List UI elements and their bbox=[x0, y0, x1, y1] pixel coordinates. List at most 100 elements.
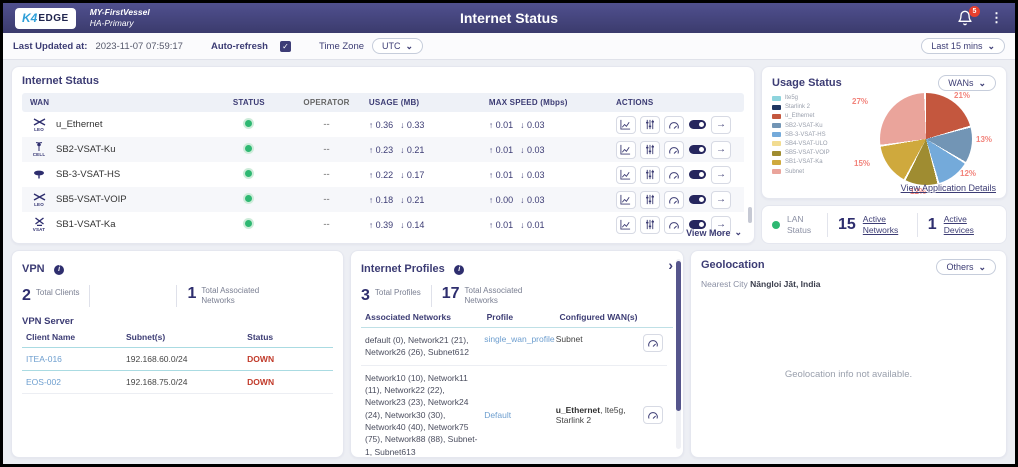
usage-cell: ↑ 0.36↓ 0.33 bbox=[369, 120, 489, 130]
vpn-clients-count: 2 bbox=[22, 288, 31, 304]
operator-value: -- bbox=[284, 194, 369, 205]
notifications-button[interactable]: 5 bbox=[957, 10, 974, 27]
speed-test-button[interactable] bbox=[664, 191, 684, 209]
legend-item: SB4-VSAT-ULO bbox=[772, 141, 830, 147]
upload-arrow-icon: ↑ bbox=[489, 170, 493, 180]
vpn-client-row: ITEA-016 192.168.60.0/24 DOWN bbox=[22, 347, 333, 371]
vpn-client-link[interactable]: EOS-002 bbox=[26, 377, 126, 387]
brand-logo[interactable]: K4 EDGE bbox=[15, 8, 76, 29]
chart-icon bbox=[620, 144, 631, 155]
operator-value: -- bbox=[284, 144, 369, 155]
usage-legend: lte5gStarlink 2u_EthernetSB2-VSAT-KuSB-3… bbox=[772, 95, 830, 175]
profile-speed-button[interactable] bbox=[643, 334, 663, 352]
auto-refresh-checkbox[interactable]: ✓ bbox=[280, 41, 291, 52]
usage-chart-button[interactable] bbox=[616, 166, 636, 184]
view-more-link[interactable]: View More ⌄ bbox=[686, 227, 742, 238]
vpn-subnet: 192.168.75.0/24 bbox=[126, 377, 247, 387]
speed-test-button[interactable] bbox=[664, 166, 684, 184]
wan-details-button[interactable]: → bbox=[711, 116, 731, 134]
speed-test-button[interactable] bbox=[664, 116, 684, 134]
upload-arrow-icon: ↑ bbox=[369, 220, 373, 230]
vpn-server-title: VPN Server bbox=[22, 316, 333, 327]
view-application-details-link[interactable]: View Application Details bbox=[901, 183, 996, 193]
legend-item: lte5g bbox=[772, 95, 830, 101]
vpn-assoc-label: Total Associated Networks bbox=[201, 286, 271, 306]
page-title: Internet Status bbox=[3, 10, 1015, 26]
wan-details-button[interactable]: → bbox=[711, 166, 731, 184]
profile-link[interactable]: Default bbox=[484, 410, 556, 420]
operator-value: -- bbox=[284, 119, 369, 130]
wan-enable-toggle[interactable] bbox=[689, 145, 706, 154]
usage-chart-button[interactable] bbox=[616, 141, 636, 159]
cellular-antenna-icon: CELL bbox=[30, 142, 48, 157]
arrow-right-icon: → bbox=[716, 194, 726, 205]
configure-button[interactable] bbox=[640, 191, 660, 209]
usage-chart-button[interactable] bbox=[616, 191, 636, 209]
nearest-city-value: Nāngloi Jāt, India bbox=[750, 279, 820, 289]
chevron-down-icon: ⌄ bbox=[987, 44, 995, 48]
leo-satellite-icon: LEO bbox=[30, 193, 48, 207]
vpn-panel: VPN i 2 Total Clients 1 Total Associated… bbox=[11, 250, 344, 458]
gauge-icon bbox=[668, 170, 680, 180]
pie-label: 27% bbox=[852, 97, 868, 106]
info-icon[interactable]: i bbox=[54, 265, 64, 275]
overflow-menu-button[interactable]: ⋮ bbox=[990, 10, 1003, 26]
configure-button[interactable] bbox=[640, 166, 660, 184]
vpn-client-link[interactable]: ITEA-016 bbox=[26, 354, 126, 364]
table-scrollbar[interactable] bbox=[748, 207, 752, 223]
configure-button[interactable] bbox=[640, 116, 660, 134]
internet-profiles-title: Internet Profiles bbox=[361, 263, 445, 275]
vsat-dish-icon bbox=[30, 170, 48, 180]
time-range-select[interactable]: Last 15 mins ⌄ bbox=[921, 38, 1005, 54]
operator-value: -- bbox=[284, 169, 369, 180]
geolocation-filter-select[interactable]: Others ⌄ bbox=[936, 259, 996, 275]
wan-details-button[interactable]: → bbox=[711, 141, 731, 159]
vsat-crossed-icon: VSAT bbox=[30, 217, 48, 232]
wan-enable-toggle[interactable] bbox=[689, 120, 706, 129]
scrollbar-thumb[interactable] bbox=[676, 261, 681, 411]
leo-satellite-icon: LEO bbox=[30, 118, 48, 132]
profile-speed-button[interactable] bbox=[643, 406, 663, 424]
active-networks-link[interactable]: Active Networks bbox=[863, 214, 907, 235]
active-networks-count: 15 bbox=[838, 216, 856, 234]
col-usage: USAGE (MB) bbox=[369, 98, 489, 107]
arrow-right-icon: → bbox=[716, 119, 726, 130]
profile-row: Network10 (10), Network11 (11), Network2… bbox=[361, 366, 667, 456]
usage-filter-select[interactable]: WANs ⌄ bbox=[938, 75, 996, 91]
gauge-icon bbox=[668, 220, 680, 230]
wan-name: u_Ethernet bbox=[56, 119, 102, 130]
sliders-icon bbox=[645, 219, 655, 230]
wan-details-button[interactable]: → bbox=[711, 191, 731, 209]
profiles-assoc-count: 17 bbox=[442, 286, 460, 302]
vpn-title: VPN bbox=[22, 263, 45, 275]
download-arrow-icon: ↓ bbox=[520, 145, 524, 155]
download-arrow-icon: ↓ bbox=[520, 195, 524, 205]
profile-link[interactable]: single_wan_profile bbox=[484, 334, 556, 344]
active-devices-link[interactable]: Active Devices bbox=[944, 214, 988, 235]
col-operator: OPERATOR bbox=[284, 98, 369, 107]
wan-enable-toggle[interactable] bbox=[689, 170, 706, 179]
gauge-icon bbox=[668, 195, 680, 205]
usage-cell: ↑ 0.18↓ 0.21 bbox=[369, 195, 489, 205]
wan-enable-toggle[interactable] bbox=[689, 195, 706, 204]
download-arrow-icon: ↓ bbox=[400, 220, 404, 230]
usage-chart-button[interactable] bbox=[616, 216, 636, 234]
gauge-icon bbox=[668, 120, 680, 130]
configure-button[interactable] bbox=[640, 216, 660, 234]
associated-networks: Network10 (10), Network11 (11), Network2… bbox=[365, 372, 484, 456]
info-icon[interactable]: i bbox=[454, 265, 464, 275]
col-wan: WAN bbox=[30, 98, 214, 107]
arrow-right-icon: → bbox=[716, 169, 726, 180]
gauge-icon bbox=[647, 410, 659, 420]
time-zone-value: UTC bbox=[382, 41, 401, 51]
usage-chart-button[interactable] bbox=[616, 116, 636, 134]
download-arrow-icon: ↓ bbox=[520, 170, 524, 180]
time-zone-select[interactable]: UTC ⌄ bbox=[372, 38, 423, 54]
usage-filter-value: WANs bbox=[948, 78, 973, 88]
speed-test-button[interactable] bbox=[664, 141, 684, 159]
speed-test-button[interactable] bbox=[664, 216, 684, 234]
expand-panel-button[interactable]: › bbox=[668, 257, 673, 273]
configure-button[interactable] bbox=[640, 141, 660, 159]
wan-name: SB5-VSAT-VOIP bbox=[56, 194, 127, 205]
last-updated-value: 2023-11-07 07:59:17 bbox=[95, 41, 183, 52]
